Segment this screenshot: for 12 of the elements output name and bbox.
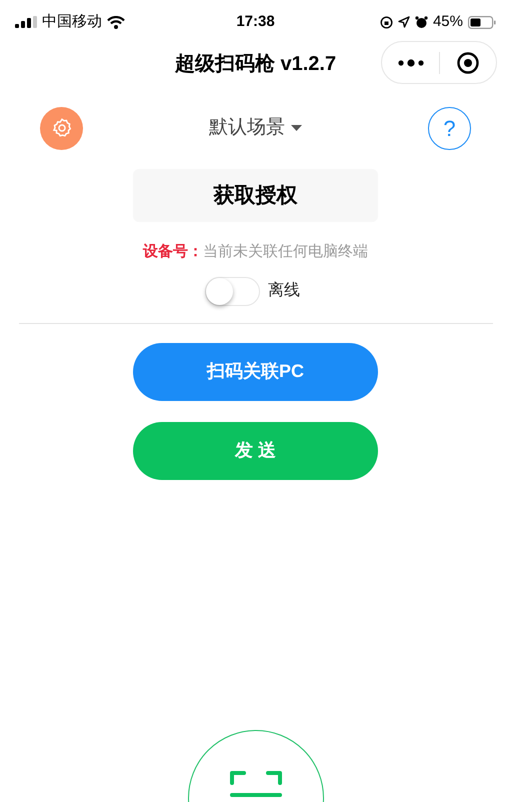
action-button[interactable]: 扫码关联PC (133, 342, 378, 400)
action-button[interactable]: 发 送 (133, 422, 378, 480)
help-button[interactable]: ? (428, 106, 471, 150)
scene-dropdown[interactable]: 默认场景 (209, 114, 302, 142)
connection-status: 离线 (268, 280, 300, 301)
battery-percent: 45% (432, 12, 463, 32)
authorize-button[interactable]: 获取授权 (133, 169, 378, 222)
page-title: 超级扫码枪 v1.2.7 (174, 52, 336, 77)
carrier-name: 中国移动 (42, 12, 102, 32)
status-time: 17:38 (236, 12, 275, 32)
device-value: 当前未关联任何电脑终端 (203, 242, 368, 262)
device-label: 设备号： (143, 242, 203, 262)
